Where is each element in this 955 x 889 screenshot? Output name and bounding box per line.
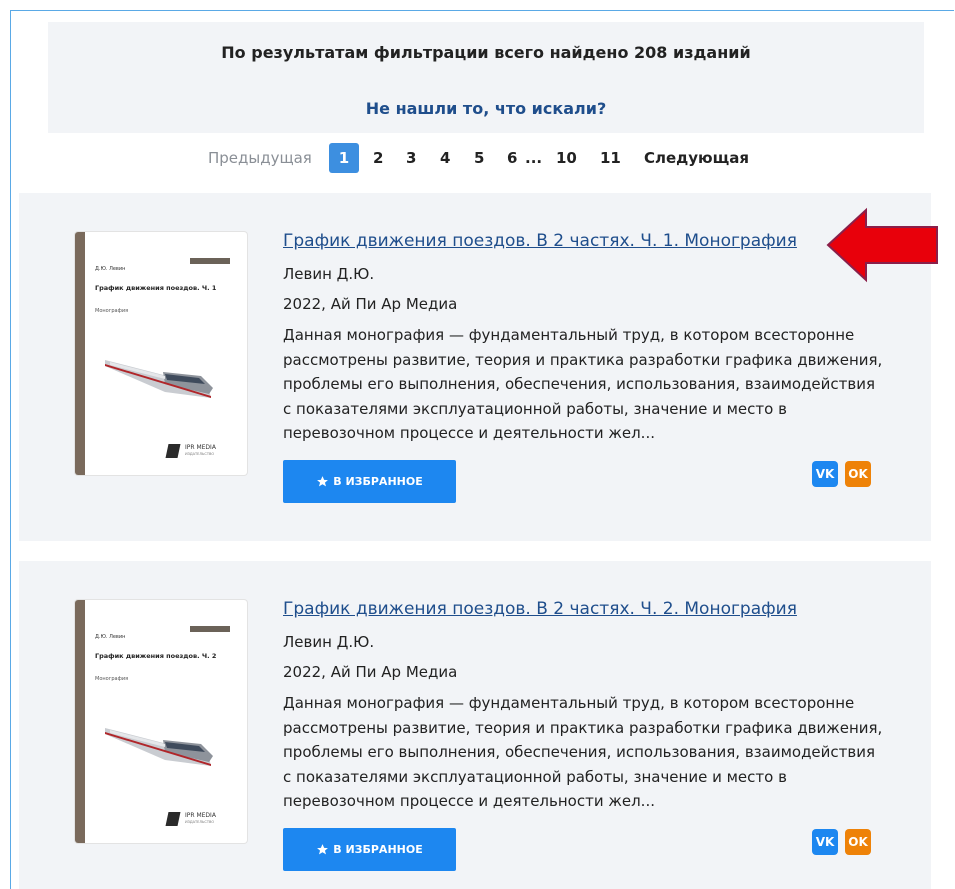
book-cover[interactable]: Д.Ю. Левин График движения поездов. Ч. 2…: [75, 600, 247, 843]
logo-text: IPR MEDIA: [185, 444, 216, 451]
star-icon: [317, 844, 329, 855]
pagination-prev[interactable]: Предыдущая: [208, 143, 312, 173]
vk-share-icon[interactable]: VK: [812, 461, 838, 487]
book-title-link[interactable]: График движения поездов. В 2 частях. Ч. …: [283, 231, 797, 251]
cover-genre: Монография: [95, 308, 129, 314]
pagination-ellipsis: ...: [525, 149, 543, 167]
vk-share-icon[interactable]: VK: [812, 829, 838, 855]
logo-sub: ИЗДАТЕЛЬСТВО: [185, 452, 215, 456]
results-summary: По результатам фильтрации всего найдено …: [48, 22, 924, 133]
train-image: [105, 360, 213, 398]
pagination-page-10[interactable]: 10: [556, 143, 577, 173]
star-icon: [317, 476, 329, 487]
cover-author: Д.Ю. Левин: [95, 634, 126, 640]
favorites-label: В ИЗБРАННОЕ: [333, 843, 423, 856]
book-description: Данная монография — фундаментальный труд…: [283, 326, 883, 442]
book-author: Левин Д.Ю.: [283, 633, 375, 651]
results-count: По результатам фильтрации всего найдено …: [221, 43, 751, 62]
publisher-logo: IPR MEDIA ИЗДАТЕЛЬСТВО: [165, 444, 237, 462]
not-found-link[interactable]: Не нашли то, что искали?: [48, 99, 924, 118]
ok-share-icon[interactable]: OK: [845, 829, 871, 855]
cover-spine: [75, 600, 85, 843]
book-cover[interactable]: Д.Ю. Левин График движения поездов. Ч. 1…: [75, 232, 247, 475]
book-year-publisher: 2022, Ай Пи Ар Медиа: [283, 295, 458, 313]
pagination-page-5[interactable]: 5: [474, 143, 484, 173]
pagination-page-6[interactable]: 6: [507, 143, 517, 173]
pagination-next[interactable]: Следующая: [644, 143, 749, 173]
publisher-logo: IPR MEDIA ИЗДАТЕЛЬСТВО: [165, 812, 237, 830]
ok-share-icon[interactable]: OK: [845, 461, 871, 487]
cover-title: График движения поездов. Ч. 2: [95, 652, 217, 660]
book-card: Д.Ю. Левин График движения поездов. Ч. 2…: [19, 561, 931, 889]
logo-text: IPR MEDIA: [185, 812, 216, 819]
cover-genre: Монография: [95, 676, 129, 682]
cover-spine: [75, 232, 85, 475]
logo-sub: ИЗДАТЕЛЬСТВО: [185, 820, 215, 824]
pagination-page-2[interactable]: 2: [373, 143, 383, 173]
pagination-page-3[interactable]: 3: [406, 143, 416, 173]
pagination-page-11[interactable]: 11: [600, 143, 621, 173]
book-year-publisher: 2022, Ай Пи Ар Медиа: [283, 663, 458, 681]
cover-title: График движения поездов. Ч. 1: [95, 284, 217, 292]
book-author: Левин Д.Ю.: [283, 265, 375, 283]
book-description: Данная монография — фундаментальный труд…: [283, 694, 883, 810]
logo-mark-icon: [165, 444, 181, 458]
cover-author: Д.Ю. Левин: [95, 266, 126, 272]
book-card: Д.Ю. Левин График движения поездов. Ч. 1…: [19, 193, 931, 541]
train-image: [105, 728, 213, 766]
cover-tag: [190, 626, 230, 632]
red-arrow-icon: [826, 207, 938, 283]
pagination-page-4[interactable]: 4: [440, 143, 450, 173]
add-to-favorites-button[interactable]: В ИЗБРАННОЕ: [283, 460, 456, 503]
logo-mark-icon: [165, 812, 181, 826]
add-to-favorites-button[interactable]: В ИЗБРАННОЕ: [283, 828, 456, 871]
book-title-link[interactable]: График движения поездов. В 2 частях. Ч. …: [283, 599, 797, 619]
cover-tag: [190, 258, 230, 264]
favorites-label: В ИЗБРАННОЕ: [333, 475, 423, 488]
pagination-page-1[interactable]: 1: [329, 143, 359, 173]
pagination: Предыдущая 1 2 3 4 5 6 ... 10 11 Следующ…: [0, 143, 955, 173]
